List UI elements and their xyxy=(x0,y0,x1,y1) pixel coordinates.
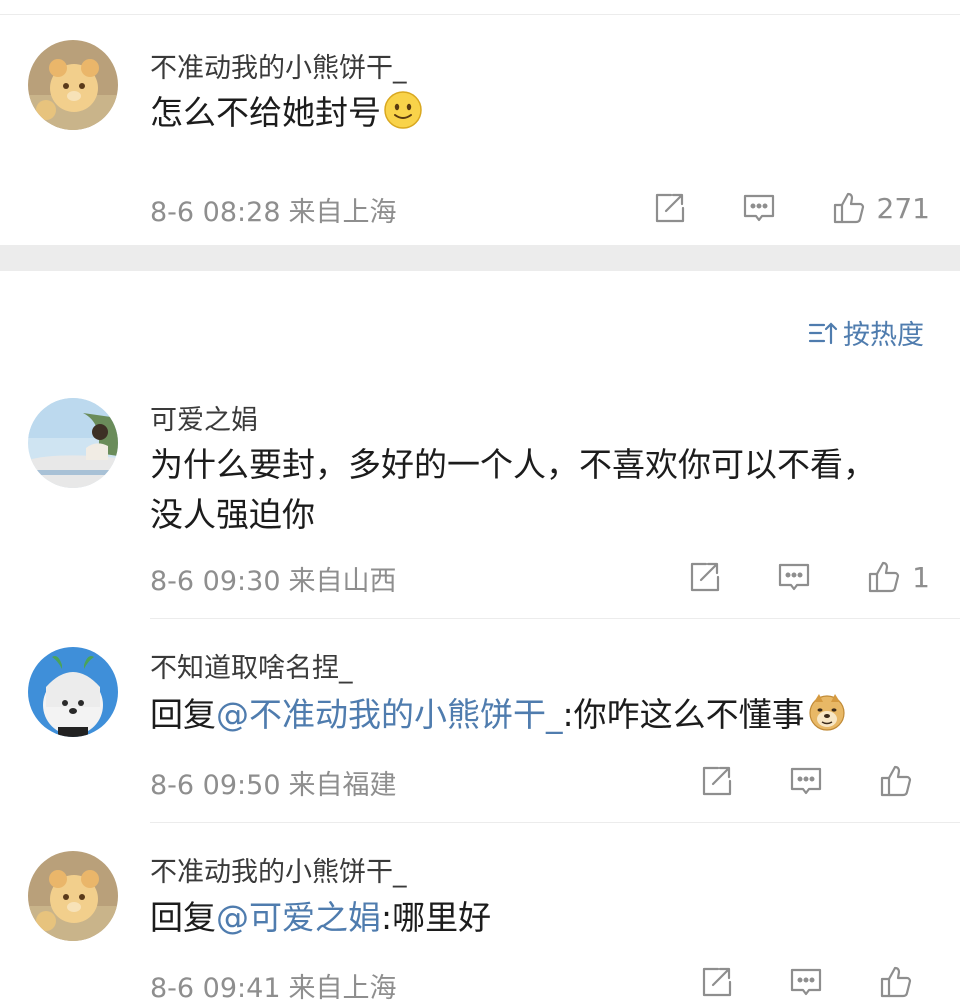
location: 来自山西 xyxy=(288,566,397,597)
share-icon[interactable] xyxy=(686,559,722,595)
avatar[interactable] xyxy=(28,647,118,737)
share-icon[interactable] xyxy=(698,964,734,1000)
like-button[interactable] xyxy=(878,763,924,799)
comment-actions: 271 xyxy=(651,188,930,228)
mention-link[interactable]: @可爱之娟 xyxy=(216,898,381,937)
timestamp: 8-6 09:50 xyxy=(150,770,281,801)
avatar[interactable] xyxy=(28,851,118,941)
comment-icon[interactable] xyxy=(741,190,777,226)
username[interactable]: 可爱之娟 xyxy=(150,398,258,437)
comment-icon[interactable] xyxy=(788,763,824,799)
username[interactable]: 不知道取啥名捏_ xyxy=(150,646,353,685)
mention-link[interactable]: @不准动我的小熊饼干_ xyxy=(216,695,563,734)
sort-icon xyxy=(808,321,838,344)
timestamp: 8-6 09:41 xyxy=(150,973,281,1004)
comment-meta: 8-6 09:30 来自山西 xyxy=(150,559,397,598)
thumbs-up-icon xyxy=(878,763,914,799)
timestamp: 8-6 08:28 xyxy=(150,197,281,228)
location: 来自上海 xyxy=(288,197,397,228)
like-button[interactable] xyxy=(878,964,924,1000)
section-separator xyxy=(0,245,960,271)
smile-emoji-icon xyxy=(383,90,423,130)
comment-text: 回复@不准动我的小熊饼干_:你咋这么不懂事 xyxy=(150,690,847,740)
comment-icon[interactable] xyxy=(788,964,824,1000)
share-icon[interactable] xyxy=(651,190,687,226)
comment-text-line2: 没人强迫你 xyxy=(150,495,315,534)
like-button[interactable]: 1 xyxy=(866,559,930,595)
comment-meta: 8-6 09:41 来自上海 xyxy=(150,966,397,1005)
username[interactable]: 不准动我的小熊饼干_ xyxy=(150,850,407,889)
sort-button[interactable]: 按热度 xyxy=(807,313,924,352)
comment-meta: 8-6 09:50 来自福建 xyxy=(150,763,397,802)
thumbs-up-icon xyxy=(831,190,867,226)
username[interactable]: 不准动我的小熊饼干_ xyxy=(150,46,407,85)
comment-body: :你咋这么不懂事 xyxy=(562,695,805,734)
comment-actions: 1 xyxy=(686,557,930,597)
location: 来自福建 xyxy=(288,770,397,801)
reply-prefix: 回复 xyxy=(150,695,216,734)
doge-emoji-icon xyxy=(807,692,847,732)
share-icon[interactable] xyxy=(698,763,734,799)
comment-actions xyxy=(698,962,924,1002)
comment-icon[interactable] xyxy=(776,559,812,595)
timestamp: 8-6 09:30 xyxy=(150,566,281,597)
location: 来自上海 xyxy=(288,973,397,1004)
reply-divider xyxy=(150,618,960,619)
comment-actions xyxy=(698,761,924,801)
reply-prefix: 回复 xyxy=(150,898,216,937)
avatar[interactable] xyxy=(28,40,118,130)
like-count: 271 xyxy=(876,191,930,225)
thumbs-up-icon xyxy=(878,964,914,1000)
sort-label: 按热度 xyxy=(843,320,924,351)
comment-text: 为什么要封，多好的一个人，不喜欢你可以不看， xyxy=(150,445,876,484)
comment-text: 回复@可爱之娟:哪里好 xyxy=(150,893,491,943)
like-button[interactable]: 271 xyxy=(831,190,930,226)
comment-body: 怎么不给她封号 xyxy=(150,93,381,132)
comment-text: 怎么不给她封号 xyxy=(150,88,423,138)
avatar[interactable] xyxy=(28,398,118,488)
comment-body: :哪里好 xyxy=(381,898,492,937)
thumbs-up-icon xyxy=(866,559,902,595)
like-count: 1 xyxy=(912,560,930,594)
comment-meta: 8-6 08:28 来自上海 xyxy=(150,190,397,229)
reply-divider xyxy=(150,822,960,823)
top-divider xyxy=(0,14,960,15)
